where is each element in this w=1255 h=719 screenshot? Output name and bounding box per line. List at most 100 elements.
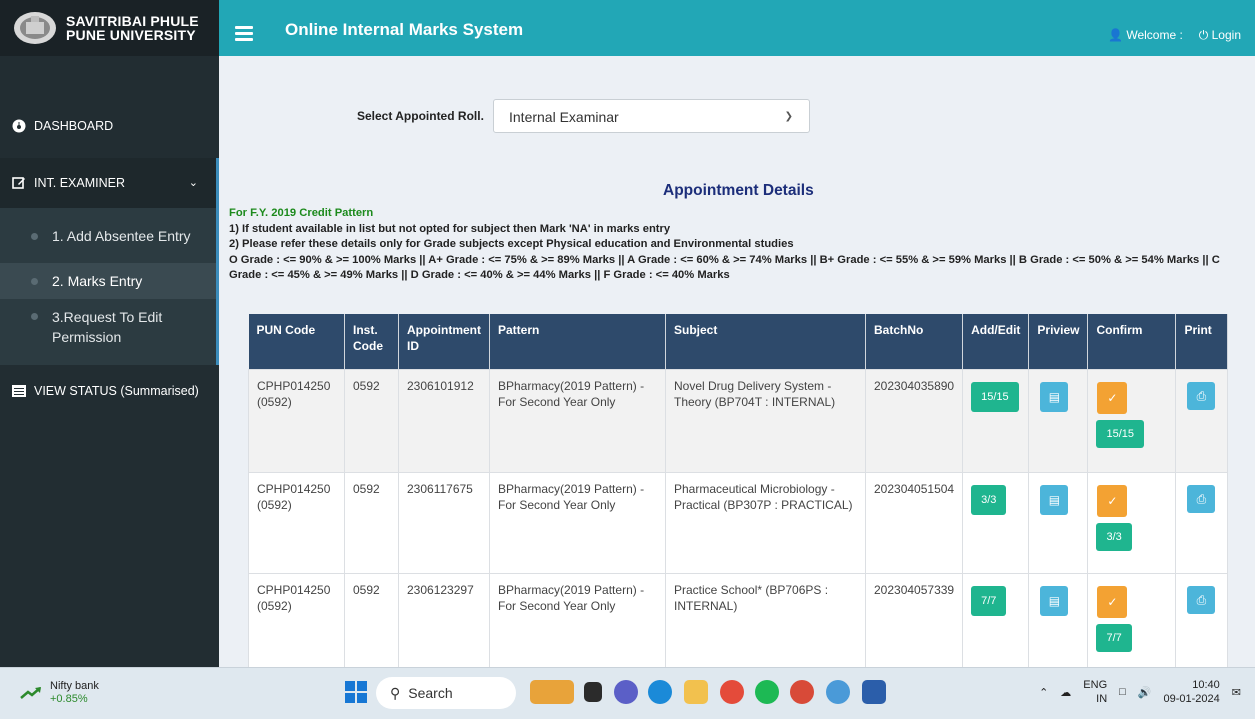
- network-icon[interactable]: □: [1119, 686, 1126, 698]
- search-icon: ⚲: [390, 684, 401, 701]
- grade-note: O Grade : <= 90% & >= 100% Marks || A+ G…: [229, 253, 1220, 282]
- lang-line2: IN: [1096, 693, 1108, 705]
- print-button[interactable]: ⎙: [1187, 484, 1216, 513]
- app-window: SAVITRIBAI PHULE PUNE UNIVERSITY DASHBOA…: [0, 0, 1255, 667]
- stock-widget[interactable]: Nifty bank +0.85%: [20, 680, 99, 706]
- sidebar-item-label: INT. EXAMINER: [34, 176, 125, 190]
- clock[interactable]: 10:40 09-01-2024: [1164, 678, 1220, 706]
- checkmark-icon: ✓: [1107, 594, 1118, 609]
- cell-pattern: BPharmacy(2019 Pattern) - For Second Yea…: [489, 368, 666, 473]
- sidebar-item-view-status[interactable]: VIEW STATUS (Summarised): [0, 378, 219, 404]
- cloud-icon[interactable]: ☁: [1060, 686, 1071, 699]
- welcome-text: Welcome :: [1126, 28, 1183, 42]
- roll-select-value: Internal Examinar: [509, 109, 619, 125]
- system-tray: ⌃ ☁ ENG IN □ 🔊 10:40 09-01-2024 ✉: [1039, 678, 1241, 706]
- table-row: CPHP014250 (0592) 0592 2306117675 BPharm…: [248, 471, 1228, 574]
- confirm-button[interactable]: ✓: [1097, 381, 1128, 414]
- print-icon: ⎙: [1196, 388, 1207, 403]
- cell-appt: 2306117675: [398, 471, 490, 574]
- document-icon: ▤: [1048, 389, 1061, 404]
- add-edit-button[interactable]: 7/7: [971, 585, 1007, 616]
- print-icon: ⎙: [1196, 592, 1207, 607]
- col-inst-code: Inst. Code: [344, 314, 399, 369]
- preview-button[interactable]: ▤: [1040, 484, 1069, 515]
- cell-batch: 202304035890: [864, 368, 964, 473]
- language-indicator[interactable]: ENG IN: [1083, 678, 1107, 706]
- confirm-count-badge[interactable]: 7/7: [1096, 623, 1132, 652]
- cell-batch: 202304057339: [864, 572, 964, 667]
- col-batchno: BatchNo: [865, 314, 964, 369]
- cell-pattern: BPharmacy(2019 Pattern) - For Second Yea…: [489, 572, 666, 667]
- print-icon: ⎙: [1196, 491, 1207, 506]
- sidebar-item-add-absentee[interactable]: 1. Add Absentee Entry: [0, 222, 216, 250]
- cell-pun: CPHP014250 (0592): [248, 368, 345, 473]
- widget-image-icon[interactable]: [530, 680, 574, 704]
- login-link[interactable]: ⏻ Login: [1199, 28, 1241, 43]
- roll-select[interactable]: Internal Examinar ❯: [493, 99, 810, 133]
- volume-icon[interactable]: 🔊: [1138, 686, 1152, 699]
- cell-addedit: 15/15: [962, 368, 1030, 473]
- sidebar-item-dashboard[interactable]: DASHBOARD: [0, 110, 219, 142]
- cell-subject: Novel Drug Delivery System - Theory (BP7…: [665, 368, 866, 473]
- chrome-icon[interactable]: [720, 680, 744, 704]
- brand-line1: SAVITRIBAI PHULE: [66, 13, 199, 29]
- bullet-icon: [31, 277, 38, 285]
- cell-pattern: BPharmacy(2019 Pattern) - For Second Yea…: [489, 471, 666, 574]
- cell-confirm: ✓ 15/15: [1087, 368, 1177, 473]
- cell-inst: 0592: [344, 368, 399, 473]
- taskbar-search[interactable]: ⚲ Search: [376, 677, 516, 709]
- confirm-count-badge[interactable]: 3/3: [1096, 522, 1132, 551]
- cell-preview: ▤: [1028, 572, 1089, 667]
- sidebar: SAVITRIBAI PHULE PUNE UNIVERSITY DASHBOA…: [0, 0, 219, 667]
- brand-line2: PUNE UNIVERSITY: [66, 27, 196, 43]
- welcome-link[interactable]: 👤 Welcome :: [1108, 28, 1183, 43]
- print-button[interactable]: ⎙: [1187, 585, 1216, 614]
- roll-label: Select Appointed Roll.: [357, 109, 484, 123]
- preview-button[interactable]: ▤: [1040, 585, 1069, 616]
- windows-start-icon[interactable]: [345, 681, 367, 703]
- col-subject: Subject: [665, 314, 866, 369]
- sidebar-item-label: VIEW STATUS (Summarised): [34, 384, 199, 398]
- col-confirm: Confirm: [1087, 314, 1177, 369]
- word-icon[interactable]: [862, 680, 886, 704]
- edge-browser-icon[interactable]: [648, 680, 672, 704]
- menu-toggle-icon[interactable]: [235, 26, 253, 44]
- brand[interactable]: SAVITRIBAI PHULE PUNE UNIVERSITY: [0, 0, 219, 56]
- chevron-up-icon[interactable]: ⌃: [1039, 686, 1048, 699]
- col-print: Print: [1175, 314, 1228, 369]
- confirm-count-badge[interactable]: 15/15: [1096, 419, 1144, 448]
- bullet-icon: [31, 232, 38, 240]
- table-header-row: PUN Code Inst. Code Appointment ID Patte…: [248, 314, 1228, 369]
- add-edit-button[interactable]: 3/3: [971, 484, 1007, 515]
- chrome-active-icon[interactable]: [826, 680, 850, 704]
- add-edit-button[interactable]: 15/15: [971, 381, 1019, 412]
- cell-appt: 2306123297: [398, 572, 490, 667]
- pattern-note: For F.Y. 2019 Credit Pattern: [229, 207, 374, 219]
- page-title: Online Internal Marks System: [285, 20, 524, 39]
- preview-button[interactable]: ▤: [1040, 381, 1069, 412]
- teams-chat-icon[interactable]: [614, 680, 638, 704]
- cell-confirm: ✓ 3/3: [1087, 471, 1177, 574]
- clock-time: 10:40: [1192, 679, 1220, 691]
- notification-icon[interactable]: ✉: [1232, 686, 1241, 699]
- windows-taskbar: Nifty bank +0.85% ⚲ Search ⌃ ☁ ENG IN □ …: [0, 667, 1255, 719]
- task-view-icon[interactable]: [584, 682, 602, 702]
- spotify-icon[interactable]: [755, 680, 779, 704]
- confirm-button[interactable]: ✓: [1097, 484, 1128, 517]
- cell-pun: CPHP014250 (0592): [248, 572, 345, 667]
- chrome-profile-icon[interactable]: [790, 680, 814, 704]
- list-icon: [12, 384, 26, 398]
- cell-preview: ▤: [1028, 368, 1089, 473]
- col-pattern: Pattern: [489, 314, 666, 369]
- sidebar-item-int-examiner[interactable]: INT. EXAMINER ⌄: [0, 158, 219, 208]
- confirm-button[interactable]: ✓: [1097, 585, 1128, 618]
- sidebar-item-request-edit[interactable]: 3.Request To Edit Permission: [0, 307, 216, 355]
- document-icon: ▤: [1048, 492, 1061, 507]
- sidebar-item-marks-entry[interactable]: 2. Marks Entry: [0, 263, 216, 299]
- file-explorer-icon[interactable]: [684, 680, 708, 704]
- stock-change: +0.85%: [50, 693, 88, 705]
- cell-inst: 0592: [344, 471, 399, 574]
- stock-name: Nifty bank: [50, 680, 99, 692]
- print-button[interactable]: ⎙: [1187, 381, 1216, 410]
- cell-inst: 0592: [344, 572, 399, 667]
